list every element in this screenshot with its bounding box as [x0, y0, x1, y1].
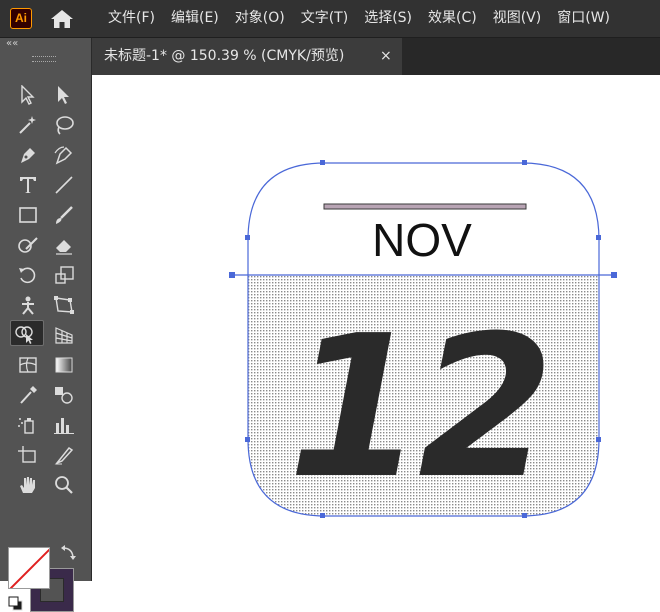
hand-tool[interactable] [14, 472, 42, 498]
perspective-grid-tool[interactable] [50, 322, 78, 348]
curvature-tool[interactable] [50, 142, 78, 168]
main-menu: 文件(F) 编辑(E) 对象(O) 文字(T) 选择(S) 效果(C) 视图(V… [100, 0, 618, 37]
panel-grip[interactable] [32, 56, 56, 62]
curvature-tool-icon [54, 146, 73, 165]
slice-tool[interactable] [50, 442, 78, 468]
shape-builder-tool[interactable] [10, 320, 44, 346]
scale-tool-icon [55, 266, 74, 284]
swap-fill-stroke-icon[interactable] [60, 544, 78, 562]
shaper-tool-icon [18, 237, 38, 253]
month-bar [323, 203, 527, 210]
direct-selection-tool[interactable] [50, 82, 78, 108]
lasso-tool[interactable] [50, 112, 78, 138]
rotate-tool-icon [19, 267, 36, 284]
none-slash-icon [9, 548, 49, 588]
line-segment-tool-icon [55, 176, 73, 194]
menu-file[interactable]: 文件(F) [100, 0, 163, 37]
magic-wand-tool-icon [19, 116, 36, 134]
menu-effect[interactable]: 效果(C) [420, 0, 485, 37]
zoom-tool-icon [55, 476, 73, 494]
selection-tool[interactable] [14, 82, 42, 108]
document-tab-title: 未标题-1* @ 150.39 % (CMYK/预览) [104, 48, 345, 64]
type-tool-icon [20, 177, 36, 193]
home-icon[interactable] [50, 9, 74, 29]
puppet-warp-tool-icon [22, 296, 34, 315]
collapse-panel-button[interactable]: «« [6, 38, 18, 50]
tools-panel: «« [0, 38, 92, 612]
close-tab-button[interactable]: × [380, 38, 392, 75]
perspective-grid-tool-icon [55, 327, 73, 344]
paintbrush-tool[interactable] [50, 202, 78, 228]
selection-tool-icon [21, 85, 35, 105]
rectangle-tool[interactable] [14, 202, 42, 228]
symbol-sprayer-tool[interactable] [14, 412, 42, 438]
blend-tool[interactable] [50, 382, 78, 408]
artwork: NOV 12 [229, 160, 617, 522]
artboard-tool[interactable] [14, 442, 42, 468]
line-segment-tool[interactable] [50, 172, 78, 198]
document-tab-bar: 未标题-1* @ 150.39 % (CMYK/预览) × [92, 38, 660, 75]
hand-tool-icon [20, 477, 35, 493]
eraser-tool[interactable] [50, 232, 78, 258]
menu-edit[interactable]: 编辑(E) [163, 0, 227, 37]
direct-selection-tool-icon [58, 86, 69, 104]
symbol-sprayer-tool-icon [18, 418, 34, 434]
menu-select[interactable]: 选择(S) [356, 0, 420, 37]
eraser-tool-icon [56, 240, 72, 255]
pen-tool[interactable] [14, 142, 42, 168]
paintbrush-tool-icon [56, 206, 73, 224]
menu-type[interactable]: 文字(T) [293, 0, 356, 37]
free-transform-tool[interactable] [50, 292, 78, 318]
scale-tool[interactable] [50, 262, 78, 288]
blend-tool-icon [55, 387, 73, 404]
month-label: NOV [372, 214, 472, 266]
default-colors-icon[interactable] [8, 596, 24, 612]
mesh-tool[interactable] [14, 352, 42, 378]
type-tool[interactable] [14, 172, 42, 198]
slice-tool-icon [54, 446, 74, 465]
shaper-tool[interactable] [14, 232, 42, 258]
zoom-tool[interactable] [50, 472, 78, 498]
eyedropper-tool-icon [20, 386, 37, 404]
lasso-tool-icon [56, 116, 74, 135]
gradient-tool[interactable] [50, 352, 78, 378]
shape-builder-tool-icon [15, 326, 33, 344]
document-tab[interactable]: 未标题-1* @ 150.39 % (CMYK/预览) × [92, 38, 402, 75]
magic-wand-tool[interactable] [14, 112, 42, 138]
gradient-tool-icon [55, 357, 73, 373]
menu-window[interactable]: 窗口(W) [549, 0, 618, 37]
mesh-tool-icon [19, 357, 37, 373]
free-transform-tool-icon [54, 296, 74, 314]
day-number: 12 [288, 294, 549, 522]
canvas[interactable]: NOV 12 [92, 75, 660, 581]
eyedropper-tool[interactable] [14, 382, 42, 408]
rectangle-tool-icon [19, 207, 37, 223]
menu-bar: Ai 文件(F) 编辑(E) 对象(O) 文字(T) 选择(S) 效果(C) 视… [0, 0, 660, 38]
artboard-tool-icon [18, 446, 36, 463]
pen-tool-icon [21, 148, 35, 163]
rotate-tool[interactable] [14, 262, 42, 288]
menu-view[interactable]: 视图(V) [485, 0, 550, 37]
puppet-warp-tool[interactable] [14, 292, 42, 318]
menu-object[interactable]: 对象(O) [227, 0, 293, 37]
column-graph-tool-icon [54, 418, 74, 434]
app-logo[interactable]: Ai [10, 8, 32, 29]
column-graph-tool[interactable] [50, 412, 78, 438]
fill-color-swatch[interactable] [8, 547, 50, 589]
